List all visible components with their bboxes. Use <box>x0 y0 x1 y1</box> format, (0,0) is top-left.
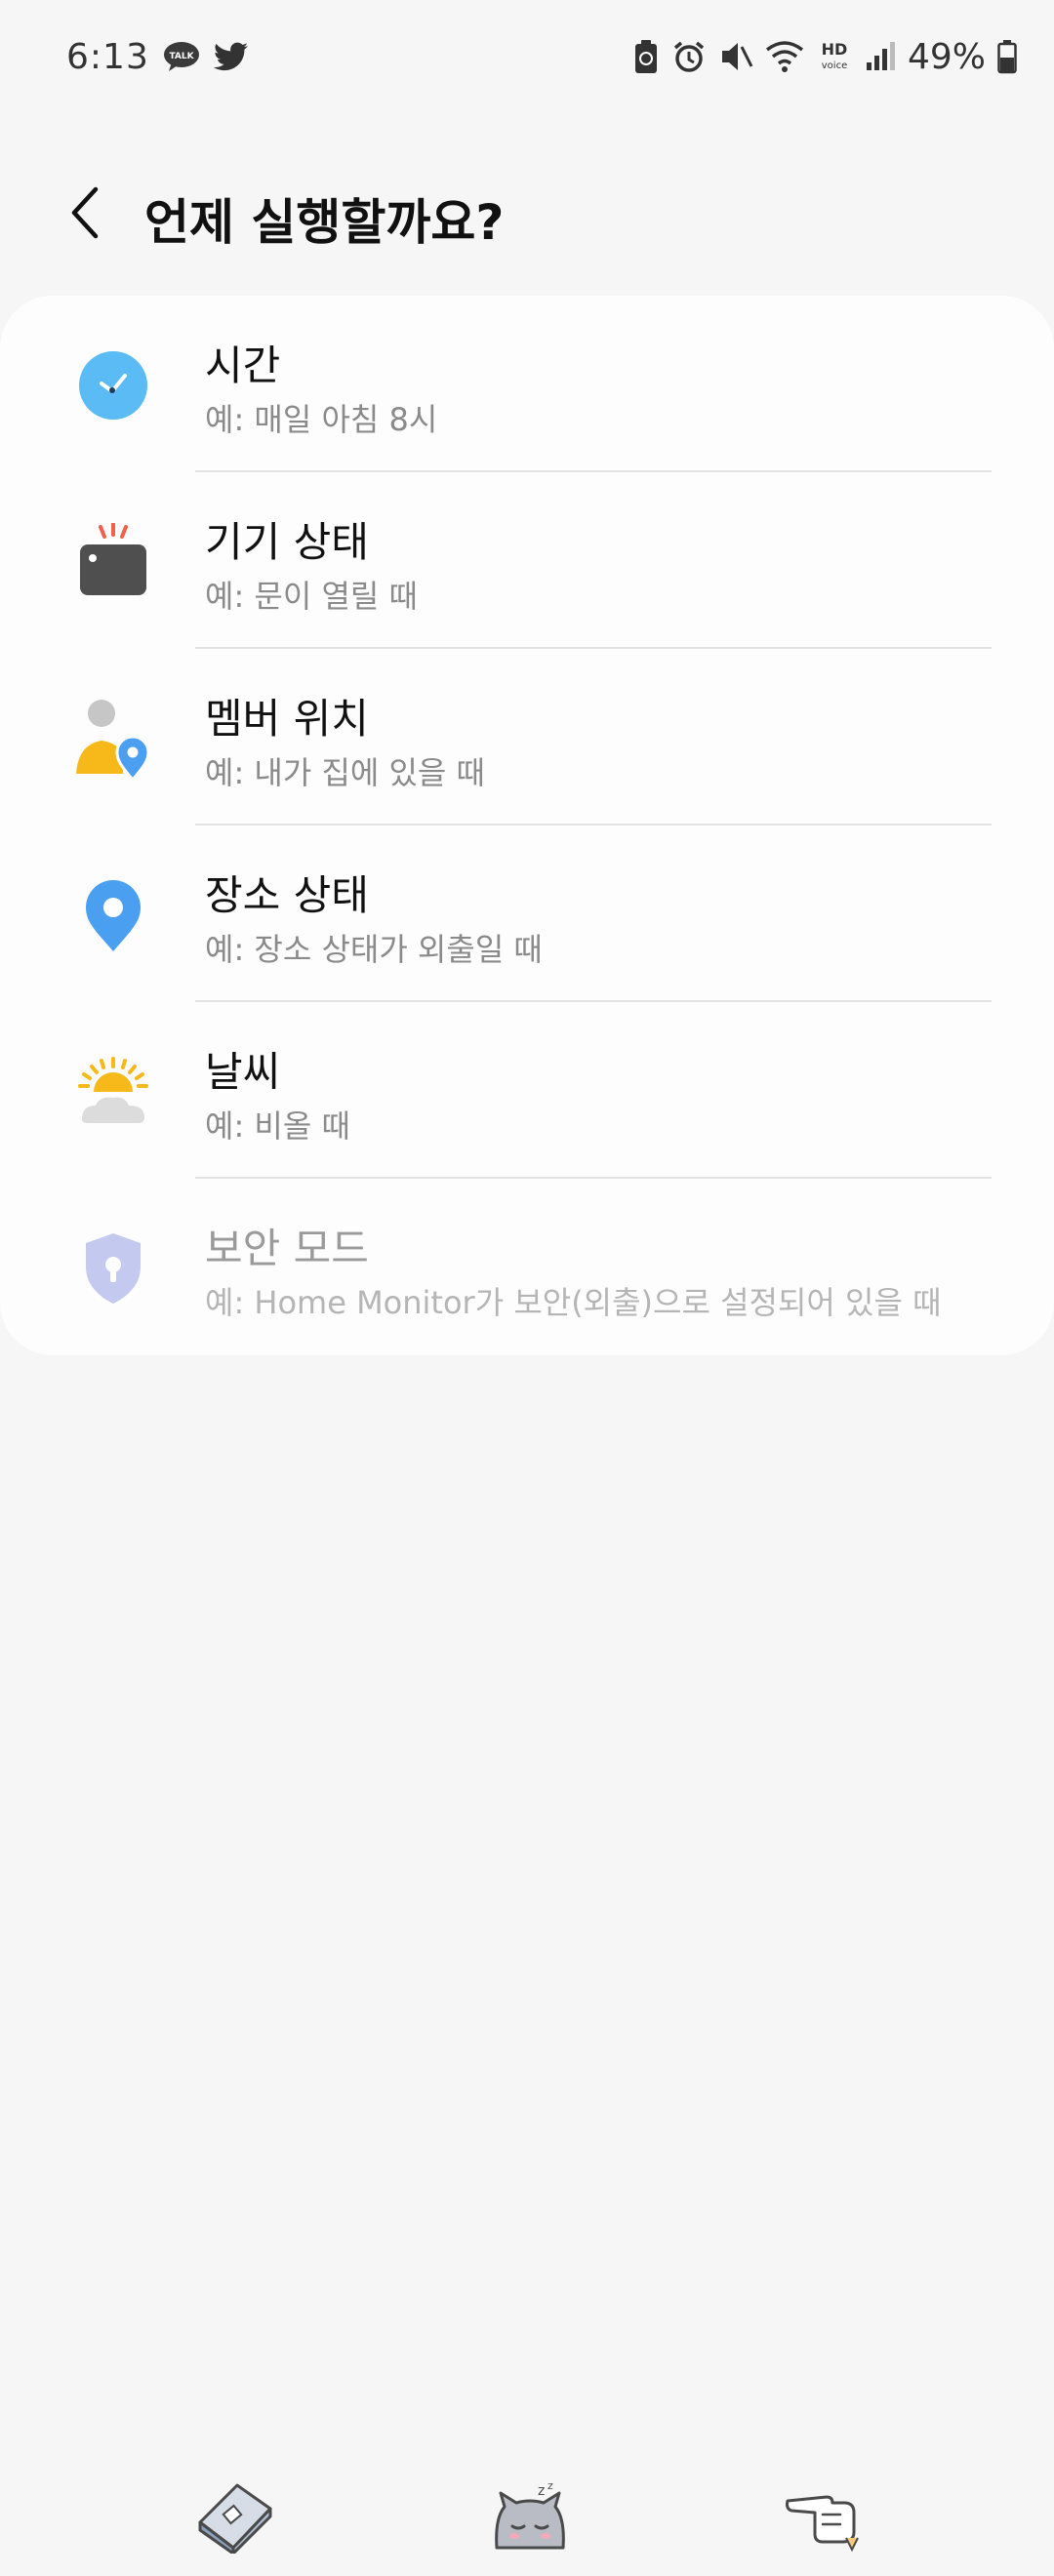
option-title: 날씨 <box>205 1048 281 1096</box>
kakaotalk-icon: TALK <box>163 41 200 72</box>
option-title: 장소 상태 <box>205 871 369 919</box>
bottom-sticker-bar: z z <box>0 2459 1054 2576</box>
option-time[interactable]: 시간 예: 매일 아침 8시 <box>0 296 1054 472</box>
condition-options-card: 시간 예: 매일 아침 8시 기기 상태 예: 문이 열릴 때 멤버 위치 예:… <box>0 296 1054 1355</box>
device-icon <box>68 517 158 607</box>
option-device-status[interactable]: 기기 상태 예: 문이 열릴 때 <box>0 472 1054 649</box>
pointing-hand-sticker-icon[interactable] <box>781 2473 869 2560</box>
option-subtitle: 예: 장소 상태가 외출일 때 <box>205 931 543 968</box>
page-title: 언제 실행할까요? <box>144 194 505 251</box>
option-subtitle: 예: 문이 열릴 때 <box>205 578 418 615</box>
kakaotalk-icon-label: TALK <box>169 52 194 61</box>
weather-icon <box>68 1047 158 1137</box>
option-weather[interactable]: 날씨 예: 비올 때 <box>0 1002 1054 1179</box>
battery-saver-icon <box>632 39 660 74</box>
member-location-icon <box>68 694 158 784</box>
hd-voice-icon: HD voice <box>816 40 853 73</box>
voice-label: voice <box>822 60 847 71</box>
status-time: 6:13 <box>66 36 149 77</box>
clock-icon <box>68 341 158 430</box>
twitter-icon <box>213 42 249 71</box>
option-member-location[interactable]: 멤버 위치 예: 내가 집에 있을 때 <box>0 649 1054 825</box>
option-title: 멤버 위치 <box>205 695 369 743</box>
chevron-left-icon <box>68 186 101 243</box>
book-sticker-icon[interactable] <box>191 2473 279 2560</box>
mute-icon <box>718 39 753 74</box>
option-title: 보안 모드 <box>205 1225 369 1272</box>
battery-percent: 49% <box>907 36 986 77</box>
option-title: 시간 <box>205 342 281 389</box>
option-subtitle: 예: 매일 아침 8시 <box>205 401 438 438</box>
option-subtitle: 예: 비올 때 <box>205 1107 350 1145</box>
option-security-mode[interactable]: 보안 모드 예: Home Monitor가 보안(외출)으로 설정되어 있을 … <box>0 1179 1054 1355</box>
alarm-icon <box>671 39 707 74</box>
signal-icon <box>865 41 896 72</box>
battery-icon <box>997 39 1017 74</box>
svg-text:z: z <box>547 2479 553 2492</box>
wifi-icon <box>765 40 804 73</box>
sleeping-cat-sticker-icon[interactable]: z z <box>486 2473 574 2560</box>
option-location-status[interactable]: 장소 상태 예: 장소 상태가 외출일 때 <box>0 825 1054 1002</box>
back-button[interactable] <box>51 178 119 252</box>
security-shield-icon <box>68 1224 158 1313</box>
hd-label: HD <box>822 40 848 59</box>
option-subtitle: 예: Home Monitor가 보안(외출)으로 설정되어 있을 때 <box>205 1284 942 1321</box>
status-bar: 6:13 TALK HD voice 49% <box>0 0 1054 113</box>
page-header: 언제 실행할까요? <box>0 166 1054 263</box>
location-pin-icon <box>68 870 158 960</box>
option-title: 기기 상태 <box>205 518 369 566</box>
option-subtitle: 예: 내가 집에 있을 때 <box>205 754 485 791</box>
svg-text:z: z <box>538 2483 545 2499</box>
